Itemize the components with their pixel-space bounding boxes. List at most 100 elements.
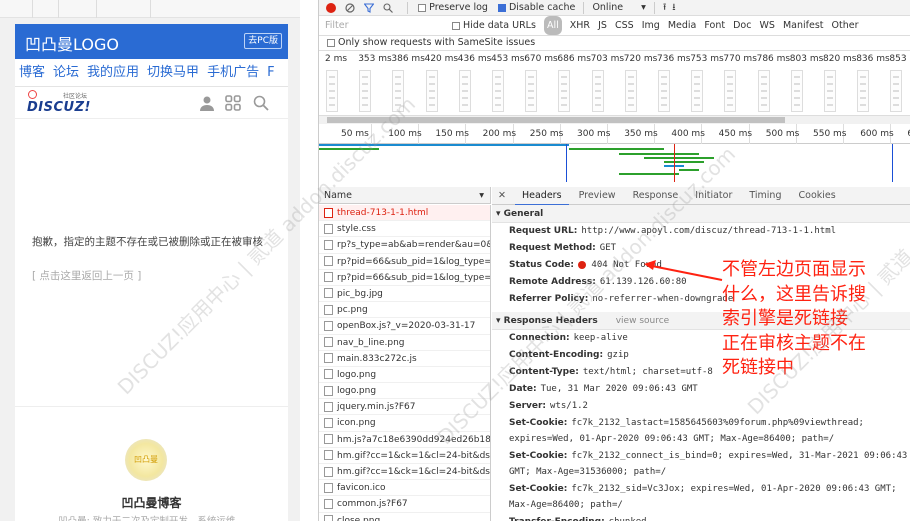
search-icon[interactable] — [383, 2, 394, 13]
type-filter-css[interactable]: CSS — [615, 16, 634, 35]
nav-item-switch-account[interactable]: 切换马甲 — [147, 59, 199, 86]
close-detail-icon[interactable]: ✕ — [492, 187, 512, 204]
filter-icon[interactable] — [364, 2, 375, 13]
request-row[interactable]: thread-713-1-1.html — [319, 205, 490, 222]
nav-item-more[interactable]: F — [267, 59, 274, 86]
tab-response[interactable]: Response — [626, 187, 686, 204]
tab-timing[interactable]: Timing — [742, 187, 788, 204]
thumbnail-line — [760, 104, 767, 106]
waterfall-bar[interactable] — [569, 148, 664, 150]
header-key: Server: — [509, 401, 547, 411]
scrollbar-thumb[interactable] — [327, 117, 785, 123]
import-har-icon[interactable]: ⭱ — [663, 2, 666, 13]
screenshot-thumbnail[interactable] — [890, 70, 903, 112]
request-row[interactable]: hm.gif?cc=1&ck=1&cl=24-bit&ds=3... — [319, 448, 490, 464]
nav-item-mobile-ads[interactable]: 手机广告 — [207, 59, 259, 86]
type-filter-img[interactable]: Img — [642, 16, 660, 35]
throttling-select[interactable]: Online — [592, 2, 623, 13]
type-filter-other[interactable]: Other — [832, 16, 859, 35]
request-row[interactable]: logo.png — [319, 367, 490, 384]
nav-item-my-apps[interactable]: 我的应用 — [87, 59, 139, 86]
export-har-icon[interactable]: ⭳ — [672, 2, 675, 13]
request-row[interactable]: logo.png — [319, 383, 490, 400]
request-row[interactable]: pc.png — [319, 302, 490, 319]
waterfall-bar[interactable] — [319, 148, 379, 150]
screenshot-thumbnail[interactable] — [591, 70, 604, 112]
request-row[interactable]: hm.gif?cc=1&ck=1&cl=24-bit&ds=3... — [319, 464, 490, 481]
back-link[interactable]: [ 点击这里返回上一页 ] — [32, 268, 141, 283]
waterfall-overview[interactable] — [319, 144, 910, 182]
preserve-log-checkbox[interactable] — [418, 3, 427, 12]
tab-initiator[interactable]: Initiator — [688, 187, 739, 204]
nav-item-forum[interactable]: 论坛 — [53, 59, 79, 86]
waterfall-bar[interactable] — [619, 153, 699, 155]
request-row[interactable]: rp?pid=66&sub_pid=1&log_type=1... — [319, 254, 490, 270]
request-row[interactable]: hm.js?a7c18e6390dd924ed26b18d72... — [319, 432, 490, 448]
type-filter-js[interactable]: JS — [598, 16, 607, 35]
screenshot-thumbnail[interactable] — [691, 70, 704, 112]
request-row[interactable]: close.png — [319, 513, 490, 521]
record-icon[interactable] — [326, 2, 336, 13]
request-row[interactable]: nav_b_line.png — [319, 335, 490, 351]
screenshot-thumbnail[interactable] — [824, 70, 836, 112]
type-filter-all[interactable]: All — [543, 16, 562, 35]
screenshot-thumbnail[interactable] — [525, 70, 538, 112]
pc-version-button[interactable]: 去PC版 — [244, 33, 282, 49]
request-row[interactable]: rp?pid=66&sub_pid=1&log_type=1... — [319, 270, 490, 286]
tab-headers[interactable]: Headers — [515, 187, 569, 206]
waterfall-bar[interactable] — [664, 161, 704, 163]
chevron-down-icon[interactable]: ▾ — [641, 2, 646, 13]
type-filter-media[interactable]: Media — [668, 16, 697, 35]
tab-preview[interactable]: Preview — [572, 187, 623, 204]
waterfall-bar[interactable] — [644, 157, 714, 159]
filter-input[interactable]: Filter — [325, 16, 447, 35]
request-row[interactable]: style.css — [319, 221, 490, 238]
request-row[interactable]: main.833c272c.js — [319, 351, 490, 367]
type-filter-font[interactable]: Font — [704, 16, 725, 35]
search-icon[interactable] — [253, 95, 269, 111]
screenshot-thumbnail[interactable] — [392, 70, 405, 112]
request-row[interactable]: common.js?F67 — [319, 496, 490, 513]
type-filter-manifest[interactable]: Manifest — [783, 16, 824, 35]
thumbnail-line — [395, 97, 402, 99]
request-row[interactable]: favicon.ico — [319, 480, 490, 497]
tab-cookies[interactable]: Cookies — [792, 187, 843, 204]
screenshot-thumbnail[interactable] — [425, 70, 438, 112]
screenshot-thumbnail[interactable] — [359, 70, 372, 112]
waterfall-bar[interactable] — [619, 173, 679, 175]
site-logo[interactable]: 凹凸曼LOGO — [25, 31, 119, 55]
screenshot-thumbnail[interactable] — [326, 70, 338, 112]
timeline-scrollbar[interactable] — [319, 115, 910, 124]
screenshot-thumbnail[interactable] — [857, 70, 870, 112]
screenshot-thumbnail[interactable] — [492, 70, 504, 112]
request-row[interactable]: icon.png — [319, 415, 490, 432]
screenshot-thumbnail[interactable] — [458, 70, 471, 112]
request-row[interactable]: jquery.min.js?F67 — [319, 399, 490, 416]
screenshot-thumbnail[interactable] — [757, 70, 770, 112]
type-filter-ws[interactable]: WS — [760, 16, 775, 35]
request-row[interactable]: pic_bg.jpg — [319, 286, 490, 303]
waterfall-bar[interactable] — [319, 144, 569, 146]
general-section-toggle[interactable]: ▾ General — [492, 205, 910, 223]
clear-icon[interactable] — [345, 2, 355, 13]
type-filter-xhr[interactable]: XHR — [570, 16, 590, 35]
screenshot-thumbnail[interactable] — [724, 70, 737, 112]
screenshot-thumbnail[interactable] — [658, 70, 670, 112]
screenshot-thumbnail[interactable] — [624, 70, 637, 112]
view-source-link[interactable]: view source — [616, 316, 669, 326]
request-list-header[interactable]: Name ▾ — [319, 187, 491, 204]
hide-data-urls-checkbox[interactable] — [452, 21, 461, 30]
user-icon[interactable] — [199, 95, 215, 111]
discuz-logo[interactable]: 社区论坛 DISCUZ! — [27, 90, 90, 117]
screenshot-thumbnail[interactable] — [790, 70, 803, 112]
screenshot-thumbnail[interactable] — [558, 70, 571, 112]
grid-menu-icon[interactable] — [225, 95, 241, 111]
sort-icon[interactable]: ▾ — [479, 187, 484, 204]
type-filter-doc[interactable]: Doc — [733, 16, 751, 35]
request-row[interactable]: rp?s_type=ab&ab=render&au=0&is_i... — [319, 237, 490, 254]
request-row[interactable]: openBox.js?_v=2020-03-31-17 — [319, 318, 490, 335]
samesite-checkbox[interactable] — [327, 38, 335, 47]
waterfall-bar[interactable] — [679, 169, 699, 171]
nav-item-blog[interactable]: 博客 — [19, 59, 45, 86]
disable-cache-checkbox[interactable] — [497, 3, 506, 12]
